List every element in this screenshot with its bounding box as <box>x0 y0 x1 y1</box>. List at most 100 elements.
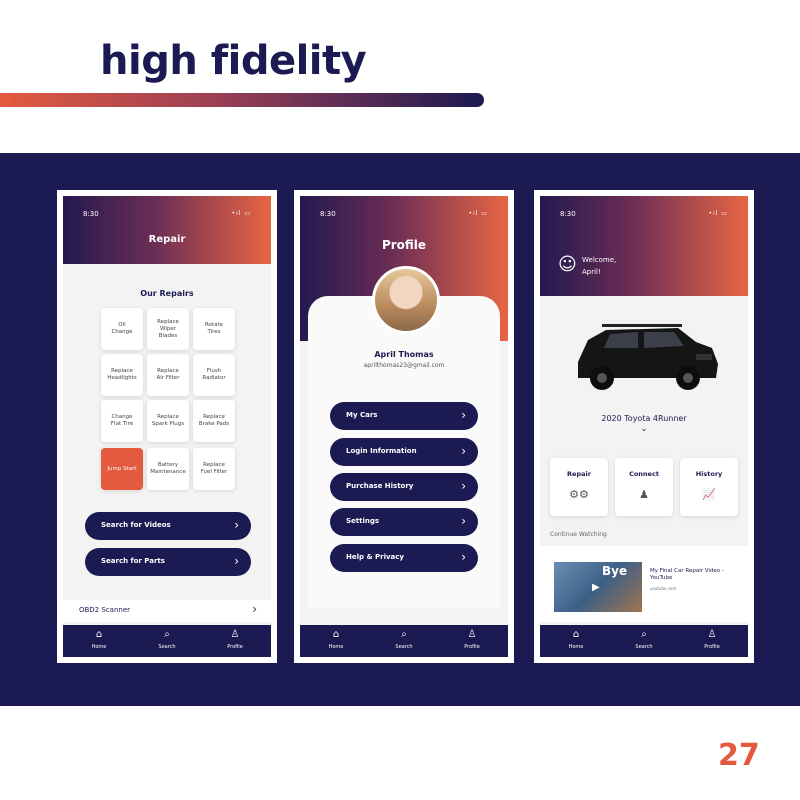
repair-header: 8:30 •ıl ▭ Repair <box>63 196 271 264</box>
tile-replace-fuel-filter[interactable]: Replace Fuel Filter <box>193 448 235 490</box>
chevron-right-icon: › <box>234 554 239 568</box>
chevron-right-icon: › <box>461 550 466 564</box>
continue-watching-label: Continue Watching <box>550 531 607 538</box>
chevron-down-icon[interactable]: ⌄ <box>540 424 748 434</box>
status-time: 8:30 <box>560 210 576 218</box>
help-privacy-label: Help & Privacy <box>346 553 404 561</box>
nav-home[interactable]: ⌂ Home <box>556 629 596 650</box>
user-icon: ♙ <box>230 629 240 640</box>
feature-connect[interactable]: Connect ♟ <box>615 458 673 516</box>
login-information-button[interactable]: Login Information › <box>330 438 478 466</box>
welcome-text: Welcome, <box>582 256 617 264</box>
tile-jump-start[interactable]: Jump Start <box>101 448 143 490</box>
profile-avatar <box>372 266 440 334</box>
obd2-scanner-label: OBD2 Scanner <box>79 606 131 614</box>
home-icon: ⌂ <box>572 629 580 640</box>
video-title: My Final Car Repair Video - YouTube <box>650 568 724 581</box>
tile-rotate-tires[interactable]: Rotate Tires <box>193 308 235 350</box>
nav-profile[interactable]: ♙ Profile <box>215 629 255 650</box>
welcome-user: April! <box>582 268 601 276</box>
chevron-right-icon: › <box>461 479 466 493</box>
search-parts-label: Search for Parts <box>101 557 165 565</box>
phone-profile: 8:30 •ıl ▭ Profile April Thomas apriltho… <box>294 190 514 663</box>
tile-oil-change[interactable]: Oil Change <box>101 308 143 350</box>
bottom-nav: ⌂ Home ⌕ Search ♙ Profile <box>540 625 748 657</box>
my-cars-label: My Cars <box>346 411 378 419</box>
gears-icon: ⚙⚙ <box>569 488 589 501</box>
chevron-right-icon: › <box>461 444 466 458</box>
chevron-right-icon: › <box>252 602 257 616</box>
tile-replace-brake-pads[interactable]: Replace Brake Pads <box>193 400 235 442</box>
status-icons: •ıl ▭ <box>468 210 488 217</box>
nav-home-label: Home <box>568 644 584 650</box>
obd2-scanner-row[interactable]: OBD2 Scanner › <box>63 600 271 622</box>
purchase-history-label: Purchase History <box>346 482 414 490</box>
video-thumb-text: Bye <box>602 564 628 578</box>
video-card[interactable]: Bye ▶ My Final Car Repair Video - YouTub… <box>540 546 748 622</box>
tile-change-flat-tire[interactable]: Change Flat Tire <box>101 400 143 442</box>
nav-search[interactable]: ⌕ Search <box>624 629 664 650</box>
nav-profile-label: Profile <box>704 644 720 650</box>
nav-profile[interactable]: ♙ Profile <box>452 629 492 650</box>
feature-history[interactable]: History 📈 <box>680 458 738 516</box>
phone-home: 8:30 •ıl ▭ ☺ Welcome, April! 2020 Toyota… <box>534 190 754 663</box>
feature-repair[interactable]: Repair ⚙⚙ <box>550 458 608 516</box>
status-time: 8:30 <box>83 210 99 218</box>
tile-replace-spark-plugs[interactable]: Replace Spark Plugs <box>147 400 189 442</box>
nav-search-label: Search <box>158 644 176 650</box>
feature-connect-label: Connect <box>629 470 659 478</box>
search-parts-button[interactable]: Search for Parts › <box>85 548 251 576</box>
title-underline-bar <box>0 93 484 107</box>
settings-button[interactable]: Settings › <box>330 508 478 536</box>
status-time: 8:30 <box>320 210 336 218</box>
car-name: 2020 Toyota 4Runner <box>601 414 687 423</box>
nav-home[interactable]: ⌂ Home <box>316 629 356 650</box>
nav-search-label: Search <box>635 644 653 650</box>
user-icon: ♙ <box>707 629 717 640</box>
status-icons: •ıl ▭ <box>708 210 728 217</box>
nav-home[interactable]: ⌂ Home <box>79 629 119 650</box>
nav-home-label: Home <box>328 644 344 650</box>
home-icon: ⌂ <box>332 629 340 640</box>
chart-icon: 📈 <box>702 488 716 501</box>
search-icon: ⌕ <box>641 629 647 640</box>
repair-title: Repair <box>148 234 186 245</box>
help-privacy-button[interactable]: Help & Privacy › <box>330 544 478 572</box>
status-icons: •ıl ▭ <box>231 210 251 217</box>
tile-replace-headlights[interactable]: Replace Headlights <box>101 354 143 396</box>
page-title: high fidelity <box>100 38 367 84</box>
tile-flush-radiator[interactable]: Flush Radiator <box>193 354 235 396</box>
phone-repair: 8:30 •ıl ▭ Repair Our Repairs Oil Change… <box>57 190 277 663</box>
home-header: 8:30 •ıl ▭ ☺ Welcome, April! <box>540 196 748 296</box>
car-image <box>578 324 718 390</box>
purchase-history-button[interactable]: Purchase History › <box>330 473 478 501</box>
search-icon: ⌕ <box>164 629 170 640</box>
chevron-right-icon: › <box>461 514 466 528</box>
my-cars-button[interactable]: My Cars › <box>330 402 478 430</box>
nav-search[interactable]: ⌕ Search <box>147 629 187 650</box>
tile-replace-air-filter[interactable]: Replace Air Filter <box>147 354 189 396</box>
search-videos-label: Search for Videos <box>101 521 171 529</box>
home-screen: 8:30 •ıl ▭ ☺ Welcome, April! 2020 Toyota… <box>540 196 748 657</box>
bottom-nav: ⌂ Home ⌕ Search ♙ Profile <box>300 625 508 657</box>
person-waving-icon: ☺ <box>558 254 577 275</box>
nav-profile-label: Profile <box>227 644 243 650</box>
repair-screen: 8:30 •ıl ▭ Repair Our Repairs Oil Change… <box>63 196 271 657</box>
tile-battery-maintenance[interactable]: Battery Maintenance <box>147 448 189 490</box>
nav-profile[interactable]: ♙ Profile <box>692 629 732 650</box>
tile-replace-wiper-blades[interactable]: Replace Wiper Blades <box>147 308 189 350</box>
profile-title: Profile <box>381 238 427 252</box>
video-thumbnail[interactable]: Bye ▶ <box>554 562 642 612</box>
search-videos-button[interactable]: Search for Videos › <box>85 512 251 540</box>
profile-email: aprilthomas23@gmail.com <box>363 362 445 369</box>
chevron-right-icon: › <box>461 408 466 422</box>
play-icon: ▶ <box>592 582 600 593</box>
bottom-nav: ⌂ Home ⌕ Search ♙ Profile <box>63 625 271 657</box>
nav-search[interactable]: ⌕ Search <box>384 629 424 650</box>
profile-name: April Thomas <box>374 350 434 359</box>
people-icon: ♟ <box>639 488 649 501</box>
feature-history-label: History <box>695 470 723 478</box>
home-icon: ⌂ <box>95 629 103 640</box>
nav-profile-label: Profile <box>464 644 480 650</box>
feature-repair-label: Repair <box>567 470 591 478</box>
